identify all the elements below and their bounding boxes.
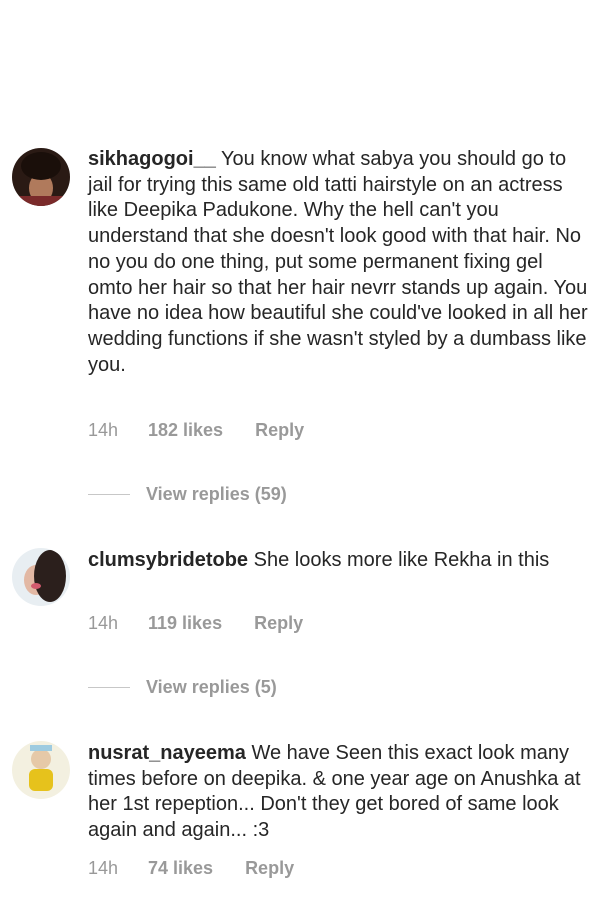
view-replies-label: View replies (59) <box>146 484 287 504</box>
likes-count[interactable]: 119 likes <box>148 613 222 634</box>
username[interactable]: nusrat_nayeema <box>88 742 246 764</box>
avatar[interactable] <box>12 548 70 606</box>
divider-line <box>88 687 130 688</box>
view-replies-label: View replies (5) <box>146 677 277 697</box>
comment-body: nusrat_nayeema We have Seen this exact l… <box>88 741 588 844</box>
timestamp: 14h <box>88 858 119 878</box>
comment-text: clumsybridetobe She looks more like Rekh… <box>88 548 588 574</box>
timestamp: 14h <box>88 613 119 633</box>
avatar[interactable] <box>12 741 70 799</box>
comment-text: nusrat_nayeema We have Seen this exact l… <box>88 741 588 844</box>
comment-meta: 14h 182 likes Reply <box>88 420 304 441</box>
username[interactable]: clumsybridetobe <box>88 549 248 571</box>
comment-body: sikhagogoi__ You know what sabya you sho… <box>88 147 588 378</box>
comment-meta: 14h 119 likes Reply <box>88 613 303 634</box>
comment-meta: 14h 74 likes Reply <box>88 858 294 879</box>
reply-button[interactable]: Reply <box>254 613 303 634</box>
likes-count[interactable]: 74 likes <box>148 858 213 879</box>
view-replies-button[interactable]: View replies (5) <box>88 677 277 698</box>
comment-text: sikhagogoi__ You know what sabya you sho… <box>88 147 588 378</box>
timestamp: 14h <box>88 420 119 440</box>
comment-content: She looks more like Rekha in this <box>253 549 550 571</box>
avatar[interactable] <box>12 148 70 206</box>
comment-body: clumsybridetobe She looks more like Rekh… <box>88 548 588 574</box>
username[interactable]: sikhagogoi__ <box>88 148 216 170</box>
reply-button[interactable]: Reply <box>245 858 294 879</box>
reply-button[interactable]: Reply <box>255 420 304 441</box>
divider-line <box>88 494 130 495</box>
likes-count[interactable]: 182 likes <box>148 420 223 441</box>
view-replies-button[interactable]: View replies (59) <box>88 484 287 505</box>
comment-content: You know what sabya you should go to jai… <box>88 148 588 376</box>
